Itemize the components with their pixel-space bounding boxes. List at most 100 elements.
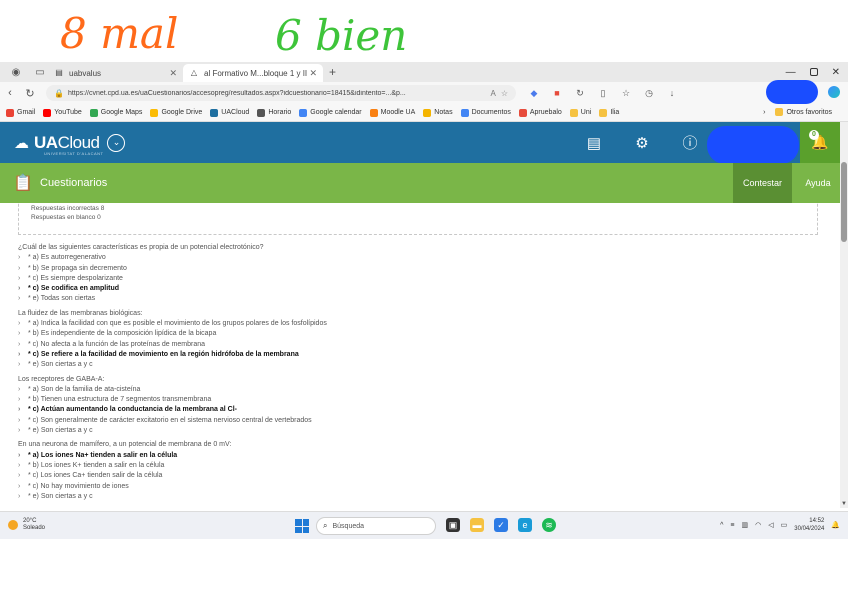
split-screen-icon[interactable]: ▯	[597, 88, 609, 99]
tab-2[interactable]: △ al Formativo M...bloque 1 y II ✕	[183, 64, 323, 82]
docs-icon	[460, 108, 469, 117]
taskbar: 20°C Soleado ⌕ Búsqueda ▣ ▬ ✓ e ≋ ^ ≡ ▥ …	[0, 511, 848, 539]
favorite-star-icon[interactable]: ☆	[501, 89, 508, 98]
header-actions: ▤ ⚙ ⓘ	[570, 122, 714, 163]
tab-favicon-icon: ▤	[55, 68, 63, 77]
option-text: * b) Es independiente de la composición …	[28, 330, 217, 338]
messages-icon[interactable]: ▤	[570, 122, 618, 163]
uacloud-logo[interactable]: ☁ UACloud	[14, 132, 100, 153]
bookmark-horario[interactable]: Horario	[257, 108, 291, 117]
redaction-mark	[707, 126, 799, 164]
scroll-down-icon[interactable]: ▼	[841, 501, 847, 507]
question: Los receptores de GABA-A: › * a) Son de la…	[18, 375, 818, 437]
bullet-icon: ›	[18, 274, 21, 282]
windows-start-icon[interactable]	[295, 519, 309, 533]
contestar-button[interactable]: Contestar	[733, 163, 792, 203]
back-icon[interactable]: ‹	[0, 87, 20, 99]
chevron-right-icon[interactable]: ›	[763, 109, 765, 116]
read-aloud-icon[interactable]: A	[490, 89, 495, 98]
scrollbar[interactable]: ▼	[840, 122, 848, 508]
minimize-icon[interactable]: —	[786, 67, 796, 78]
bullet-icon: ›	[18, 461, 21, 469]
bookmark-gcalendar[interactable]: Google calendar	[299, 108, 362, 117]
notifications-button[interactable]: 🔔 0	[800, 122, 840, 163]
user-settings-icon[interactable]: ⚙	[618, 122, 666, 163]
network-icon[interactable]: ≡	[730, 522, 734, 529]
extension-icon[interactable]: ◆	[528, 88, 540, 99]
bookmark-moodle[interactable]: Moodle UA	[369, 108, 415, 117]
clock[interactable]: 14:52 30/04/2024	[794, 517, 824, 533]
address-bar-row: ‹ ↻ 🔒 https://cvnet.cpd.ua.es/uaCuestion…	[0, 82, 848, 104]
file-explorer-icon[interactable]: ▬	[470, 518, 484, 532]
refresh-ext-icon[interactable]: ↻	[574, 88, 586, 99]
spotify-icon[interactable]: ≋	[542, 518, 556, 532]
edge-icon[interactable]: e	[518, 518, 532, 532]
taskbar-search[interactable]: ⌕ Búsqueda	[316, 517, 436, 535]
bookmark-uni[interactable]: Uni	[569, 108, 591, 117]
url-text: https://cvnet.cpd.ua.es/uaCuestionarios/…	[67, 89, 406, 97]
tab-1[interactable]: ▤ uabvalus ✕	[48, 64, 183, 82]
answer-option: › * c) Los iones Ca+ tienden salir de la …	[18, 471, 818, 481]
calendar-grid-icon	[257, 108, 266, 117]
other-favorites[interactable]: Otros favoritos	[775, 108, 832, 116]
selected-option: › * c) Se codifica en amplitud	[18, 284, 818, 294]
drive-icon	[150, 108, 159, 117]
chevron-down-icon[interactable]: ⌄	[107, 133, 126, 152]
chevron-up-icon[interactable]: ^	[720, 522, 723, 529]
moodle-icon	[369, 108, 378, 117]
bullet-icon: ›	[18, 295, 21, 303]
wifi-icon[interactable]: ◠	[755, 521, 761, 529]
answer-option: › * b) Tienen una estructura de 7 segment…	[18, 395, 818, 405]
bookmark-drive[interactable]: Google Drive	[150, 108, 202, 117]
copilot-icon[interactable]	[828, 86, 840, 98]
tab-actions-icon[interactable]: ▭	[32, 65, 48, 79]
gmail-icon	[6, 108, 14, 117]
tab-close-icon[interactable]: ✕	[169, 68, 177, 79]
history-icon[interactable]: ◷	[643, 88, 655, 99]
bookmark-notas[interactable]: Notas	[423, 108, 453, 117]
question-text: En una neurona de mamífero, a un potenci…	[18, 441, 232, 449]
youtube-icon	[43, 108, 52, 117]
extension-icon[interactable]: ■	[551, 88, 563, 98]
redaction-mark	[766, 80, 818, 104]
bullet-icon: ›	[18, 350, 21, 358]
cloud-icon: ☁	[14, 134, 29, 152]
ayuda-button[interactable]: Ayuda	[796, 163, 840, 203]
notifications-bell-icon[interactable]: 🔔	[831, 521, 840, 529]
volume-icon[interactable]: ◁	[768, 521, 773, 529]
profile-icon[interactable]: ◉	[8, 65, 24, 79]
option-text: * c) No afecta a la función de las prote…	[28, 340, 206, 348]
results-summary: Respuestas incorrectas 8 Respuestas en b…	[18, 203, 818, 235]
bookmark-maps[interactable]: Google Maps	[89, 108, 142, 117]
bookmark-ilia[interactable]: Ilia	[599, 108, 619, 117]
bookmark-youtube[interactable]: YouTube	[43, 108, 82, 117]
bullet-icon: ›	[18, 472, 21, 480]
battery-icon[interactable]: ▭	[781, 521, 788, 529]
scrollbar-thumb[interactable]	[841, 162, 847, 242]
uacloud-subtitle: UNIVERSITAT D'ALACANT	[44, 151, 104, 156]
url-field[interactable]: 🔒 https://cvnet.cpd.ua.es/uaCuestionario…	[46, 85, 516, 101]
maximize-icon[interactable]	[809, 68, 818, 76]
bookmark-uacloud[interactable]: UACloud	[210, 108, 249, 117]
task-view-icon[interactable]: ▣	[446, 518, 460, 532]
close-window-icon[interactable]: ✕	[832, 67, 840, 78]
new-tab-icon[interactable]: +	[329, 65, 336, 79]
favorites-icon[interactable]: ☆	[620, 88, 632, 99]
todo-icon[interactable]: ✓	[494, 518, 508, 532]
tab-close-icon[interactable]: ✕	[309, 68, 317, 79]
bookmark-documentos[interactable]: Documentos	[460, 108, 511, 117]
bookmark-gmail[interactable]: Gmail	[6, 108, 35, 117]
notes-icon	[423, 108, 432, 117]
bullet-icon: ›	[18, 427, 21, 435]
bookmark-apruebalo[interactable]: Apruebalo	[518, 108, 562, 117]
refresh-icon[interactable]: ↻	[20, 87, 40, 100]
bullet-icon: ›	[18, 340, 21, 348]
uacloud-name: UACloud	[34, 132, 100, 152]
app-tray-icon[interactable]: ▥	[742, 521, 749, 529]
option-text: * a) Los iones Na+ tienden a salir en la…	[28, 451, 178, 459]
option-text: * a) Indica la facilidad con que es posi…	[28, 320, 327, 328]
window-controls: — ✕	[786, 62, 840, 82]
downloads-icon[interactable]: ↓	[666, 88, 678, 98]
weather-widget[interactable]: 20°C Soleado	[8, 518, 45, 532]
option-text: * c) Los iones Ca+ tienden salir de la c…	[28, 472, 163, 480]
